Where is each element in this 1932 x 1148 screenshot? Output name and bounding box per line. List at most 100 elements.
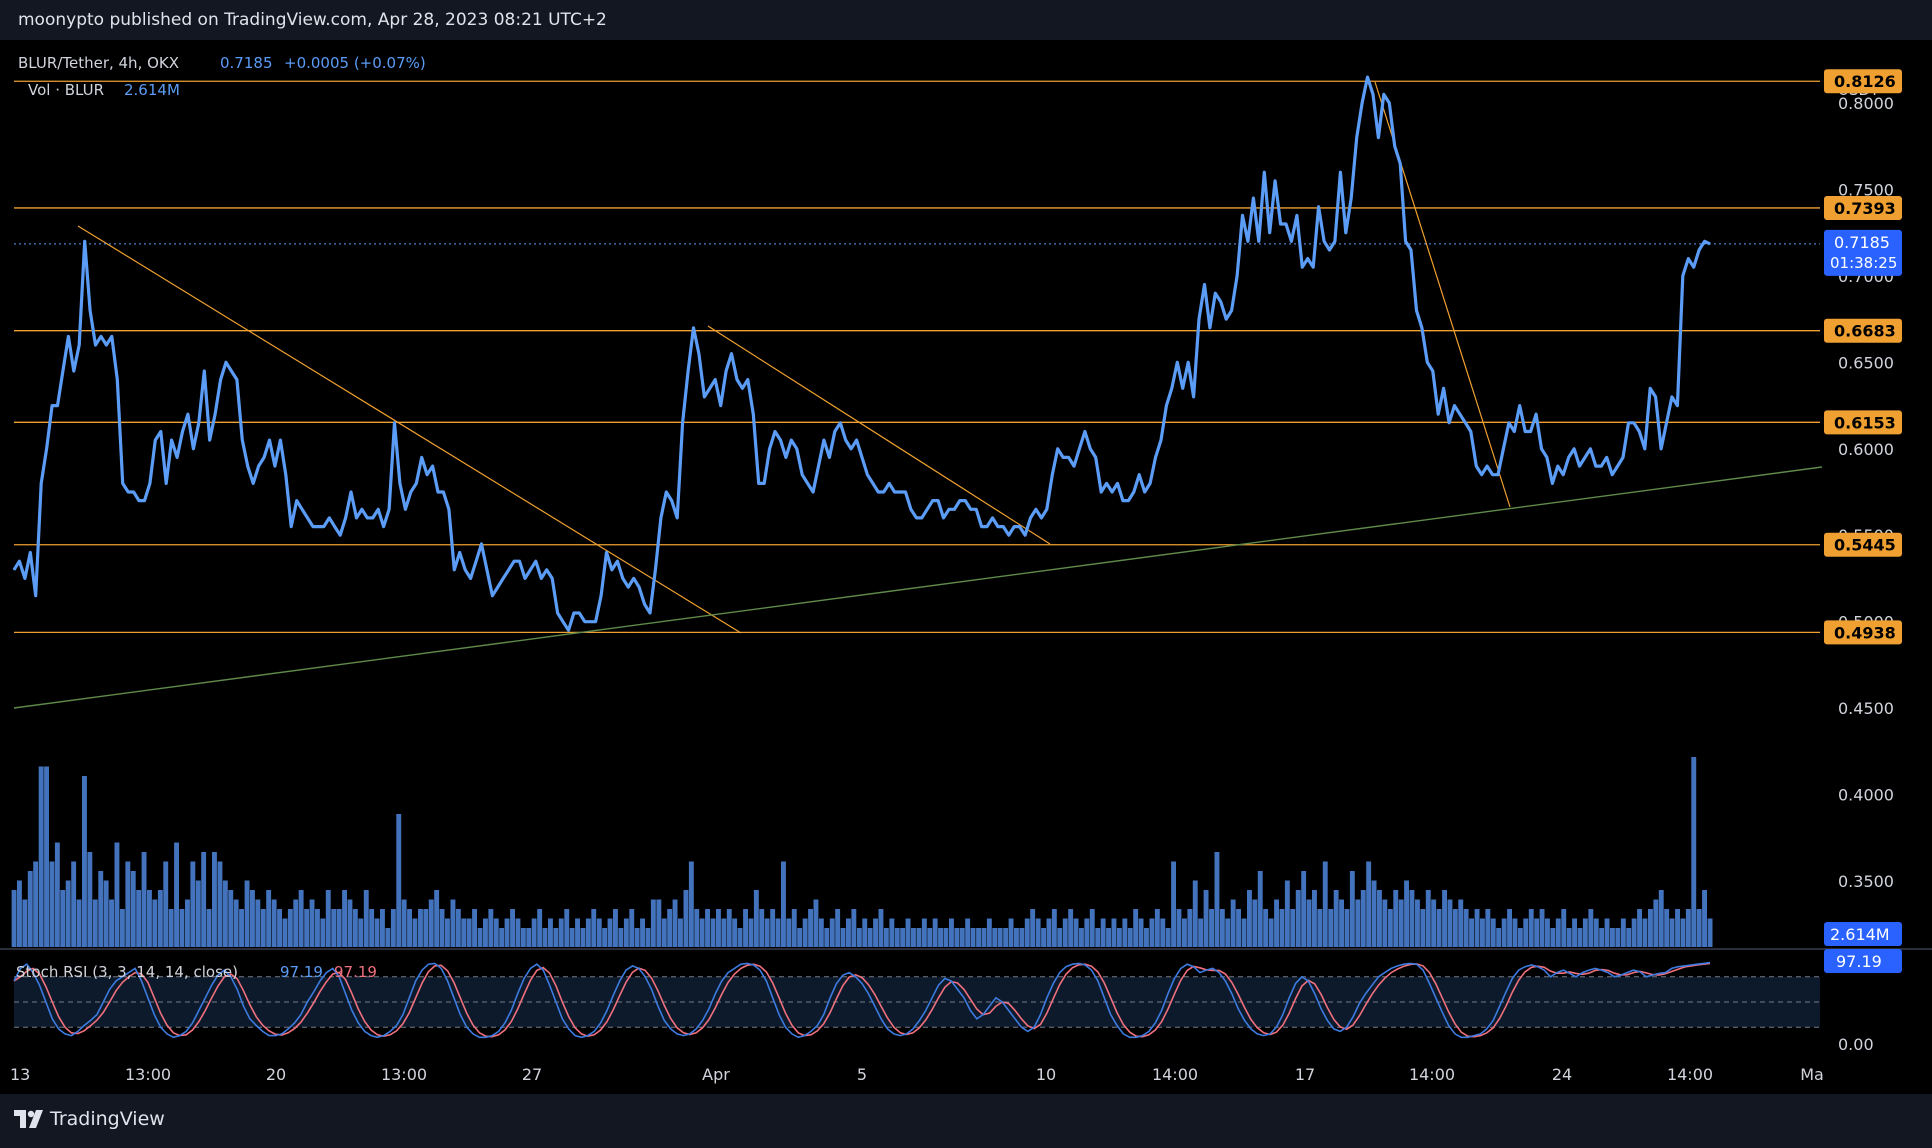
volume-bar [927, 928, 933, 947]
volume-bar [1436, 909, 1442, 947]
volume-bar [694, 909, 700, 947]
price-point [1046, 508, 1048, 510]
price-point [40, 482, 42, 484]
volume-bar [461, 918, 467, 947]
volume-bar [358, 918, 364, 947]
chart-area[interactable]: 0.80000.75000.70000.65000.60000.55000.50… [0, 40, 1932, 1094]
volume-bar [829, 918, 835, 947]
volume-bar [1127, 928, 1133, 947]
price-point [915, 517, 918, 519]
volume-bar [1035, 918, 1041, 947]
volume-bar [109, 899, 114, 947]
price-point [1459, 413, 1461, 415]
volume-bar [1675, 909, 1680, 947]
price-point [1187, 361, 1189, 363]
volume-bar [1474, 909, 1480, 947]
price-point [883, 491, 885, 493]
price-point [1682, 275, 1684, 277]
volume-bar [862, 918, 868, 947]
volume-bar [1528, 909, 1534, 947]
volume-bar [1344, 909, 1350, 947]
price-point [589, 621, 591, 623]
volume-bar [992, 928, 998, 947]
price-point [1106, 482, 1108, 484]
price-point [274, 465, 276, 467]
price-point [46, 448, 48, 450]
price-point [1274, 180, 1276, 182]
footer: TradingView [0, 1094, 1932, 1148]
price-point [856, 439, 858, 441]
price-point [1627, 422, 1630, 424]
chart-svg[interactable]: 0.80000.75000.70000.65000.60000.55000.50… [0, 40, 1932, 1094]
volume-bar [818, 918, 824, 947]
volume-bar [1257, 871, 1263, 947]
price-point [448, 508, 450, 510]
price-point [573, 612, 575, 614]
volume-bar [764, 918, 770, 947]
volume-bar [1219, 909, 1225, 947]
volume-bar [1610, 928, 1615, 947]
volume-bar [623, 918, 629, 947]
price-point [1589, 448, 1591, 450]
price-point [1171, 387, 1173, 389]
volume-bar [1377, 890, 1382, 947]
price-point [1665, 422, 1668, 424]
volume-bar [667, 909, 673, 947]
volume-bar [575, 918, 580, 947]
volume-bar [483, 918, 488, 947]
price-point [1307, 258, 1309, 260]
price-point [535, 560, 537, 562]
price-point [1644, 448, 1646, 450]
volume-bar [325, 890, 331, 947]
price-point [1209, 327, 1211, 329]
volume-bar [1079, 928, 1084, 947]
volume-bar [753, 890, 759, 947]
price-point [600, 595, 602, 597]
volume-bar [380, 909, 385, 947]
volume-bar [921, 918, 927, 947]
price-point [801, 474, 803, 476]
volume-bar [1409, 890, 1415, 947]
price-point [1383, 93, 1385, 95]
volume-bar [1306, 899, 1312, 947]
price-point [616, 560, 619, 562]
price-point [953, 508, 956, 510]
price-point [508, 569, 510, 571]
volume-bar [585, 918, 591, 947]
price-point [1470, 430, 1472, 433]
price-point [1415, 309, 1418, 312]
volume-bar [304, 909, 310, 947]
volume-bar [1236, 909, 1241, 947]
volume-bar [130, 871, 136, 947]
price-point [1008, 534, 1010, 536]
volume-bar [1545, 918, 1550, 947]
volume-bar [1014, 928, 1019, 947]
volume-bar [970, 928, 976, 947]
price-point [480, 543, 483, 545]
price-point [1356, 137, 1358, 139]
price-point [122, 482, 124, 484]
symbol-label: BLUR/Tether, 4h, OKX [18, 54, 179, 72]
price-point [676, 517, 678, 519]
price-point [73, 370, 75, 372]
volume-bar [1187, 909, 1193, 947]
price-point [366, 517, 368, 519]
price-point [964, 500, 966, 502]
volume-bar [1024, 918, 1030, 947]
price-point [421, 456, 423, 458]
tradingview-logo[interactable]: TradingView [14, 1108, 165, 1130]
price-point [1328, 249, 1331, 251]
volume-bar [797, 928, 803, 947]
volume-bar [396, 814, 402, 947]
volume-bar [1008, 918, 1014, 947]
volume-bar [125, 861, 131, 947]
price-point [247, 465, 249, 467]
volume-bar [959, 928, 965, 947]
price-point [1296, 214, 1298, 216]
price-point [377, 508, 379, 510]
level-label: 0.6683 [1834, 322, 1896, 341]
volume-bar [212, 852, 217, 947]
level-label: 0.8126 [1834, 72, 1896, 91]
price-point [470, 577, 472, 580]
price-point [779, 439, 782, 441]
